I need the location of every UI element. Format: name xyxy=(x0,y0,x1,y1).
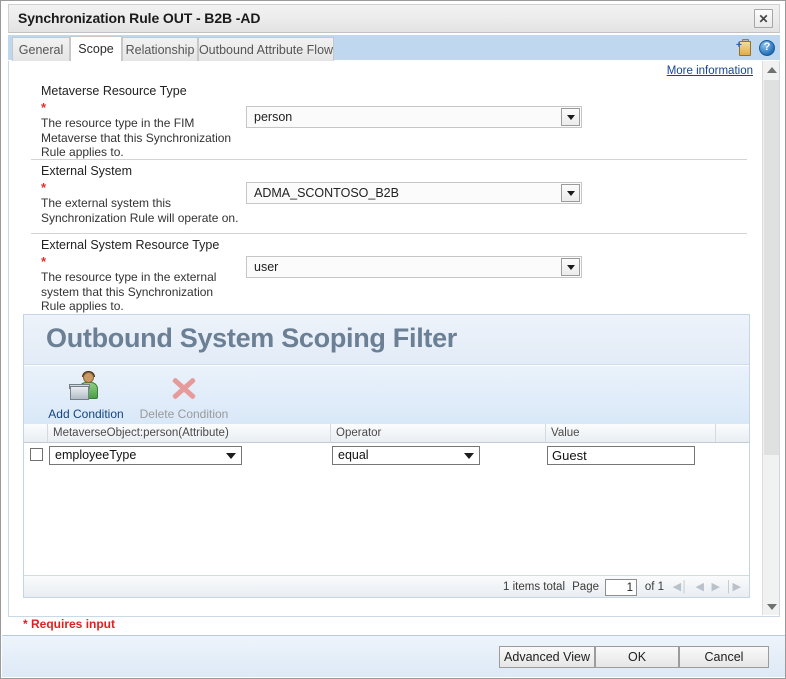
chevron-down-icon xyxy=(226,453,236,459)
conditions-grid: MetaverseObject:person(Attribute) Operat… xyxy=(24,424,750,598)
pager-last-button[interactable]: │▶ xyxy=(726,582,741,593)
help-icon[interactable]: ? xyxy=(759,40,775,56)
dropdown-value-metaverse-resource-type: person xyxy=(254,110,292,124)
pager-next-button[interactable]: ▶ xyxy=(712,582,720,593)
dropdown-external-system[interactable]: ADMA_SCONTOSO_B2B xyxy=(246,182,582,204)
row-operator-cell: equal xyxy=(330,443,545,468)
clipboard-add-icon[interactable]: + xyxy=(736,39,752,56)
field-description-metaverse-resource-type: The resource type in the FIM Metaverse t… xyxy=(41,116,241,160)
page-of-label: of 1 xyxy=(645,581,664,593)
chevron-down-icon[interactable] xyxy=(561,108,580,126)
tabstrip-icon-group: + ? xyxy=(736,39,775,56)
ok-button[interactable]: OK xyxy=(595,646,679,668)
dropdown-metaverse-resource-type[interactable]: person xyxy=(246,106,582,128)
filter-panel-title: Outbound System Scoping Filter xyxy=(46,323,457,354)
table-row: employeeType equal xyxy=(24,443,750,468)
delete-condition-label: Delete Condition xyxy=(134,407,234,421)
grid-header-attribute[interactable]: MetaverseObject:person(Attribute) xyxy=(47,424,330,442)
row-value-cell xyxy=(545,443,715,468)
chevron-down-icon[interactable] xyxy=(561,184,580,202)
field-row-metaverse-resource-type: Metaverse Resource Type * The resource t… xyxy=(23,84,753,156)
dropdown-value-external-system: ADMA_SCONTOSO_B2B xyxy=(254,186,399,200)
scroll-down-icon[interactable] xyxy=(763,598,780,615)
scrollbar-thumb[interactable] xyxy=(764,80,779,455)
chevron-down-icon xyxy=(464,453,474,459)
grid-pager: 1 items total Page of 1 ◀│ ◀ ▶ │▶ xyxy=(24,575,750,598)
required-marker-external-system: * xyxy=(41,180,46,195)
filter-panel-header: Outbound System Scoping Filter xyxy=(24,315,750,365)
grid-header-row: MetaverseObject:person(Attribute) Operat… xyxy=(24,424,750,443)
delete-condition-icon xyxy=(169,373,199,403)
dropdown-value-condition-attribute: employeeType xyxy=(55,448,136,462)
field-label-external-system: External System xyxy=(41,164,132,178)
content-pane: More information Metaverse Resource Type… xyxy=(8,61,780,617)
advanced-view-button[interactable]: Advanced View xyxy=(499,646,595,668)
dropdown-value-condition-operator: equal xyxy=(338,448,369,462)
field-row-external-system: External System * The external system th… xyxy=(23,159,753,231)
required-marker-external-system-resource-type: * xyxy=(41,254,46,269)
field-label-metaverse-resource-type: Metaverse Resource Type xyxy=(41,84,187,98)
pager-first-button[interactable]: ◀│ xyxy=(673,582,688,593)
pager-prev-button[interactable]: ◀ xyxy=(696,582,704,593)
dropdown-external-system-resource-type[interactable]: user xyxy=(246,256,582,278)
tab-bar: General Scope Relationship Outbound Attr… xyxy=(8,35,780,61)
grid-header-select-cell xyxy=(24,424,47,442)
tab-outbound-attribute-flow[interactable]: Outbound Attribute Flow xyxy=(198,37,334,61)
cancel-button[interactable]: Cancel xyxy=(679,646,769,668)
row-select-cell xyxy=(24,443,47,468)
grid-header-spacer xyxy=(715,424,750,442)
add-condition-button[interactable]: Add Condition xyxy=(40,370,132,422)
clipboard-plus-glyph: + xyxy=(736,41,742,51)
field-row-external-system-resource-type: External System Resource Type * The reso… xyxy=(23,233,753,311)
field-description-external-system-resource-type: The resource type in the external system… xyxy=(41,270,241,314)
filter-toolbar: Add Condition Delete Condition xyxy=(24,366,750,424)
field-separator xyxy=(31,233,747,234)
more-information-link[interactable]: More information xyxy=(667,65,753,77)
field-separator xyxy=(31,159,747,160)
tab-relationship[interactable]: Relationship xyxy=(122,37,198,61)
page-number-input[interactable] xyxy=(605,579,637,596)
add-condition-label: Add Condition xyxy=(40,407,132,421)
title-bar: Synchronization Rule OUT - B2B -AD ✕ xyxy=(8,4,780,33)
field-description-external-system: The external system this Synchronization… xyxy=(41,196,241,225)
tab-general[interactable]: General xyxy=(12,37,70,61)
delete-condition-button[interactable]: Delete Condition xyxy=(134,370,234,422)
add-condition-icon xyxy=(70,371,102,403)
dropdown-value-external-system-resource-type: user xyxy=(254,260,278,274)
scroll-up-icon[interactable] xyxy=(763,61,780,78)
close-button[interactable]: ✕ xyxy=(754,9,773,28)
vertical-scrollbar[interactable] xyxy=(762,61,779,615)
required-marker-metaverse-resource-type: * xyxy=(41,100,46,115)
chevron-down-icon[interactable] xyxy=(561,258,580,276)
window-title: Synchronization Rule OUT - B2B -AD xyxy=(18,10,260,26)
items-total-label: 1 items total xyxy=(503,581,565,593)
dropdown-condition-operator[interactable]: equal xyxy=(332,446,480,465)
outbound-system-scoping-filter-panel: Outbound System Scoping Filter Add Condi… xyxy=(23,314,750,598)
page-label: Page xyxy=(572,581,599,593)
requires-input-note: * Requires input xyxy=(23,617,115,631)
dialog-window: Synchronization Rule OUT - B2B -AD ✕ Gen… xyxy=(0,0,786,679)
grid-header-operator[interactable]: Operator xyxy=(330,424,545,442)
row-checkbox[interactable] xyxy=(30,448,43,461)
field-label-external-system-resource-type: External System Resource Type xyxy=(41,238,219,252)
condition-value-input[interactable] xyxy=(547,446,695,465)
dialog-footer: Advanced View OK Cancel xyxy=(2,635,786,677)
grid-header-value[interactable]: Value xyxy=(545,424,715,442)
row-attribute-cell: employeeType xyxy=(47,443,330,468)
dropdown-condition-attribute[interactable]: employeeType xyxy=(49,446,242,465)
tab-scope[interactable]: Scope xyxy=(70,36,122,61)
